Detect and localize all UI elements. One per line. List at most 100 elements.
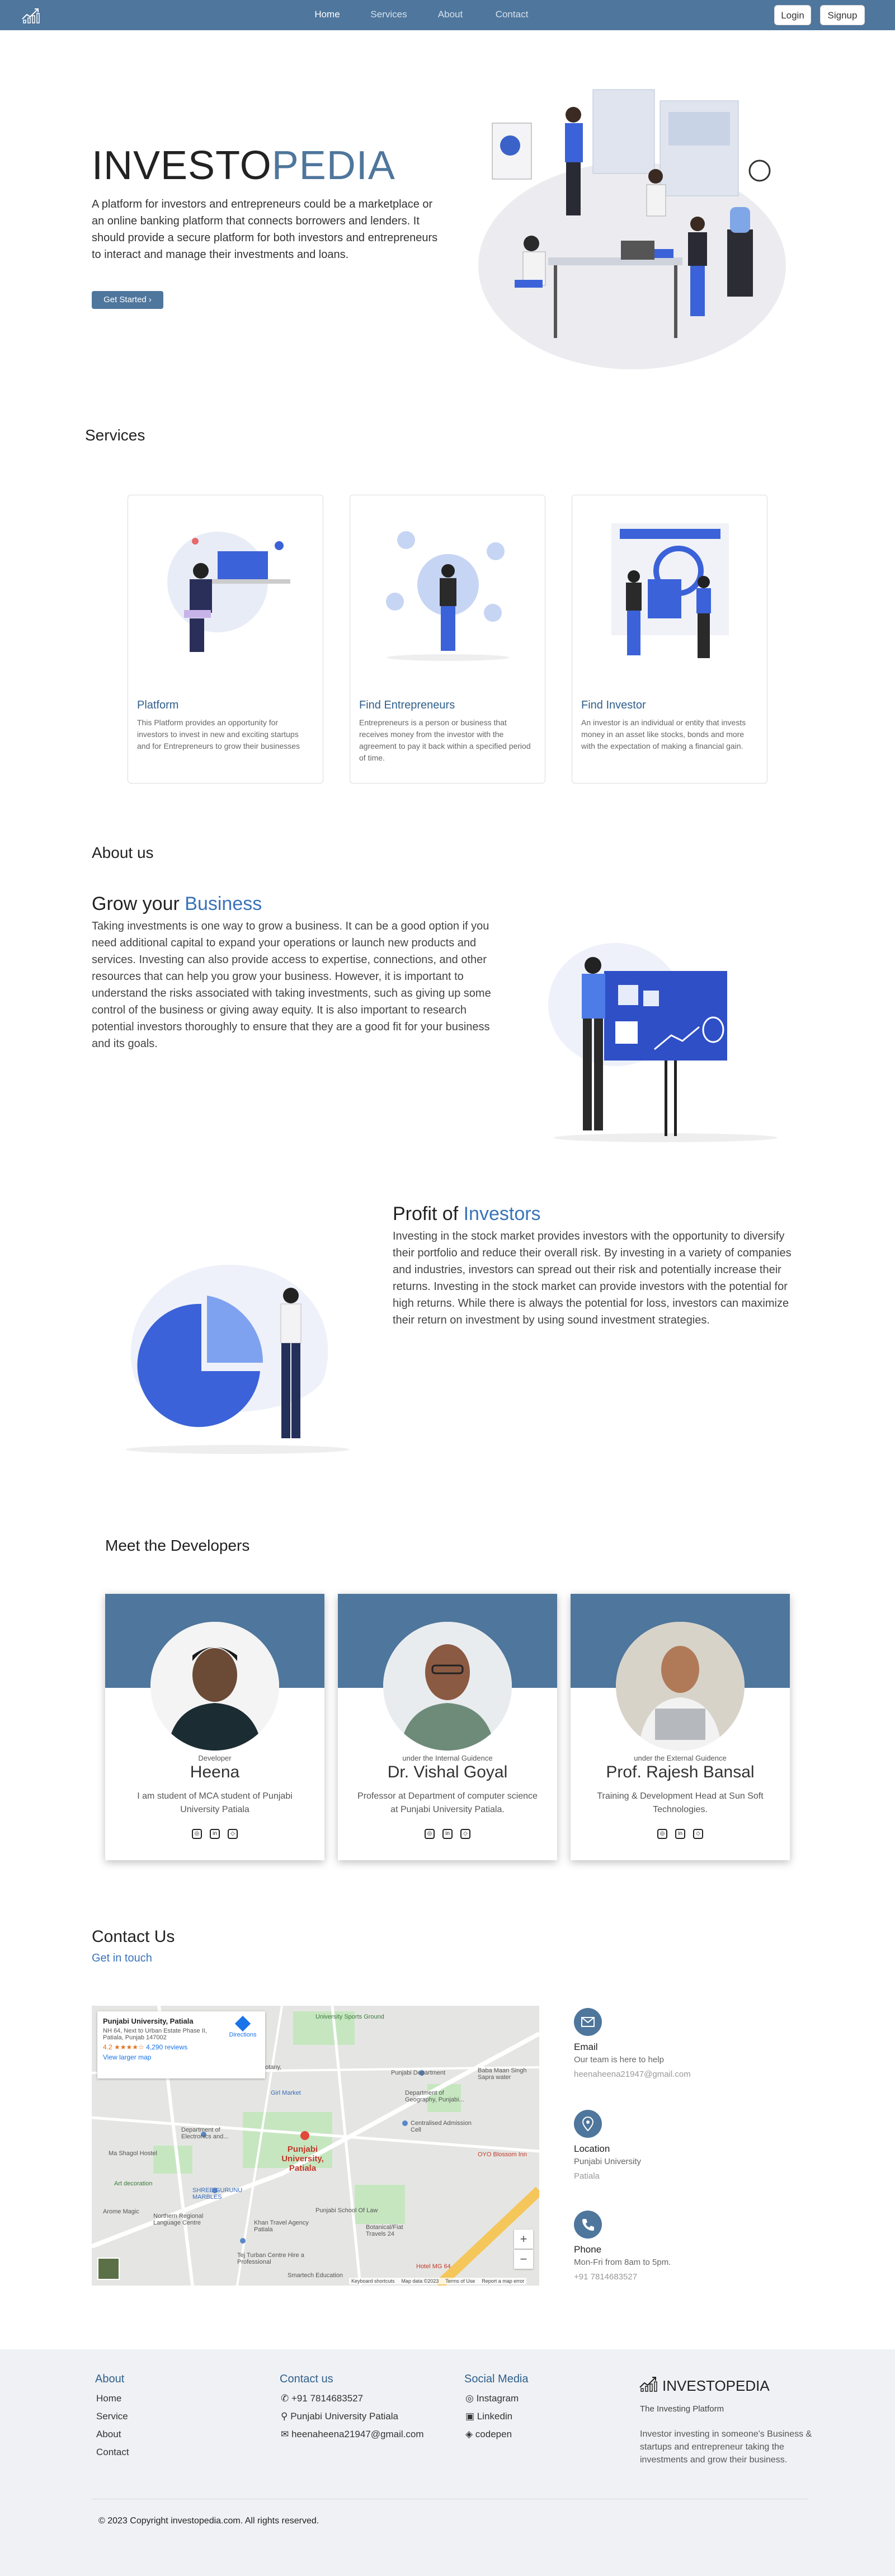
map-zoom-out-button[interactable]: − [514, 2250, 533, 2269]
phone-icon: ✆ [281, 2393, 291, 2404]
contact-email-sub: Our team is here to help [574, 2055, 664, 2064]
developer-role: under the External Guidence [634, 1754, 727, 1762]
footer-social-instagram[interactable]: ◎ Instagram [465, 2393, 519, 2404]
email-icon: ✉ [281, 2429, 291, 2439]
footer-contact-phone[interactable]: ✆ +91 7814683527 [281, 2393, 363, 2404]
map-zoom-in-button[interactable]: + [514, 2230, 533, 2249]
contact-phone-sub: Mon-Fri from 8am to 5pm. [574, 2258, 671, 2267]
map-directions-button[interactable]: Directions [226, 2015, 260, 2038]
navbar: Home Services About Contact Login Signup [0, 0, 895, 30]
footer-social-linkedin[interactable]: ▣ Linkedin [465, 2411, 512, 2422]
developer-card: under the Internal Guidence Dr. Vishal G… [338, 1594, 557, 1860]
logo-icon[interactable] [21, 6, 41, 24]
developer-card: under the External Guidence Prof. Rajesh… [571, 1594, 790, 1860]
codepen-icon[interactable]: ◇ [693, 1829, 703, 1839]
contact-email-head: Email [574, 2042, 598, 2052]
map-info-card: Punjabi University, Patiala NH 64, Next … [97, 2011, 265, 2078]
service-card-find-investor[interactable]: Find Investor An investor is an individu… [572, 495, 767, 783]
about-illustration [548, 943, 778, 1142]
footer-link-home[interactable]: Home [96, 2393, 121, 2404]
footer-link-contact[interactable]: Contact [96, 2447, 129, 2458]
nav-home[interactable]: Home [296, 9, 358, 20]
map-address: NH 64, Next to Urban Estate Phase II, Pa… [103, 2028, 207, 2041]
map-label: Botanical/Fiat Travels 24 [366, 2224, 403, 2237]
grow-business-text: Taking investments is one way to grow a … [92, 920, 491, 1050]
service-card-text: An investor is an individual or entity t… [581, 718, 746, 750]
service-card-title: Find Investor [581, 699, 646, 711]
footer-link-about[interactable]: About [96, 2429, 121, 2440]
footer-link-service[interactable]: Service [96, 2411, 128, 2422]
service-card-text: This Platform provides an opportunity fo… [137, 718, 300, 750]
get-started-button[interactable]: Get Started › [92, 291, 163, 309]
service-card-title: Platform [137, 699, 179, 711]
service-card-text: Entrepreneurs is a person or business th… [359, 718, 531, 762]
contact-subtitle: Get in touch [92, 1952, 152, 1964]
view-larger-map-link[interactable]: View larger map [103, 2053, 260, 2061]
map-label: Baba Maan Singh Sapra water [478, 2067, 527, 2081]
service-card-find-entrepreneurs[interactable]: Find Entrepreneurs Entrepreneurs is a pe… [350, 495, 545, 783]
map-label: Ma Shagol Hostel [109, 2150, 157, 2157]
contact-email-value[interactable]: heenaheena21947@gmail.com [574, 2070, 691, 2079]
nav-contact[interactable]: Contact [481, 9, 543, 20]
hero-description: A platform for investors and entrepreneu… [92, 198, 438, 261]
developer-name: Prof. Rajesh Bansal [606, 1763, 755, 1781]
service-card-platform[interactable]: Platform This Platform provides an oppor… [128, 495, 323, 783]
contact-location-sub: Punjabi University [574, 2157, 642, 2166]
email-icon [574, 2008, 602, 2036]
map-embed[interactable]: Punjabi University, Patiala University S… [92, 2006, 539, 2286]
map-label: Girl Market [271, 2090, 301, 2096]
profit-investors-text: Investing in the stock market provides i… [393, 1230, 792, 1326]
linkedin-icon[interactable]: in [210, 1829, 220, 1839]
codepen-icon[interactable]: ◇ [228, 1829, 238, 1839]
map-label: Centralised Admission Cell [411, 2120, 472, 2133]
footer-copyright: © 2023 Copyright investopedia.com. All r… [98, 2516, 319, 2526]
footer-contact-title: Contact us [280, 2373, 333, 2385]
map-main-label: Punjabi University, Patiala [281, 2145, 324, 2173]
contact-phone-value[interactable]: +91 7814683527 [574, 2272, 637, 2282]
hero-title: INVESTOPEDIA [92, 143, 395, 188]
phone-icon [574, 2211, 602, 2239]
footer-contact-email[interactable]: ✉ heenaheena21947@gmail.com [281, 2429, 424, 2440]
developer-social-links: ◎ in ◇ [571, 1829, 790, 1839]
footer-social-codepen[interactable]: ◈ codepen [465, 2429, 512, 2440]
nav-about[interactable]: About [420, 9, 481, 20]
developer-photo [150, 1622, 279, 1751]
map-label: Department of Electronics and... [181, 2127, 229, 2140]
map-label: Smartech Education [288, 2272, 343, 2279]
map-rating: 4.2 ★★★★☆ [103, 2043, 144, 2051]
map-label: OYO Blossom Inn [478, 2151, 527, 2158]
codepen-icon[interactable]: ◇ [460, 1829, 470, 1839]
hero-illustration [478, 89, 786, 369]
instagram-icon[interactable]: ◎ [425, 1829, 435, 1839]
footer-brand-text: Investor investing in someone's Business… [640, 2429, 812, 2465]
service-card-title: Find Entrepreneurs [359, 699, 455, 711]
map-label: SHREE GURUNU MARBLES [192, 2187, 243, 2200]
instagram-icon[interactable]: ◎ [192, 1829, 202, 1839]
map-label: Hotel MG 64 [416, 2263, 451, 2270]
directions-icon [234, 2015, 251, 2032]
map-label: Punjabi Department [391, 2070, 446, 2076]
map-reviews-link[interactable]: 4,290 reviews [146, 2043, 187, 2051]
map-label: Art decoration [114, 2180, 153, 2187]
map-label: Tej Turban Centre Hire a Professional [237, 2252, 304, 2265]
profit-investors-heading: Profit of Investors [393, 1203, 541, 1224]
developer-name: Dr. Vishal Goyal [387, 1763, 508, 1781]
linkedin-icon[interactable]: in [442, 1829, 453, 1839]
investor-illustration [611, 523, 729, 658]
grow-business-heading: Grow your Business [92, 893, 262, 914]
developer-photo [383, 1622, 512, 1751]
location-icon [574, 2110, 602, 2138]
map-label: Khan Travel Agency Patiala [254, 2220, 309, 2233]
map-satellite-toggle[interactable] [97, 2258, 120, 2280]
map-attribution: Keyboard shortcuts Map data ©2023 Terms … [349, 2278, 527, 2284]
linkedin-icon[interactable]: in [675, 1829, 685, 1839]
profit-illustration [126, 1265, 350, 1454]
nav-services[interactable]: Services [358, 9, 420, 20]
instagram-icon: ◎ [465, 2393, 477, 2404]
login-button[interactable]: Login [774, 5, 811, 25]
footer-tagline: The Investing Platform [640, 2404, 724, 2414]
instagram-icon[interactable]: ◎ [657, 1829, 667, 1839]
signup-button[interactable]: Signup [820, 5, 865, 25]
footer-contact-location[interactable]: ⚲ Punjabi University Patiala [281, 2411, 398, 2422]
location-pin-icon: ⚲ [281, 2411, 291, 2422]
